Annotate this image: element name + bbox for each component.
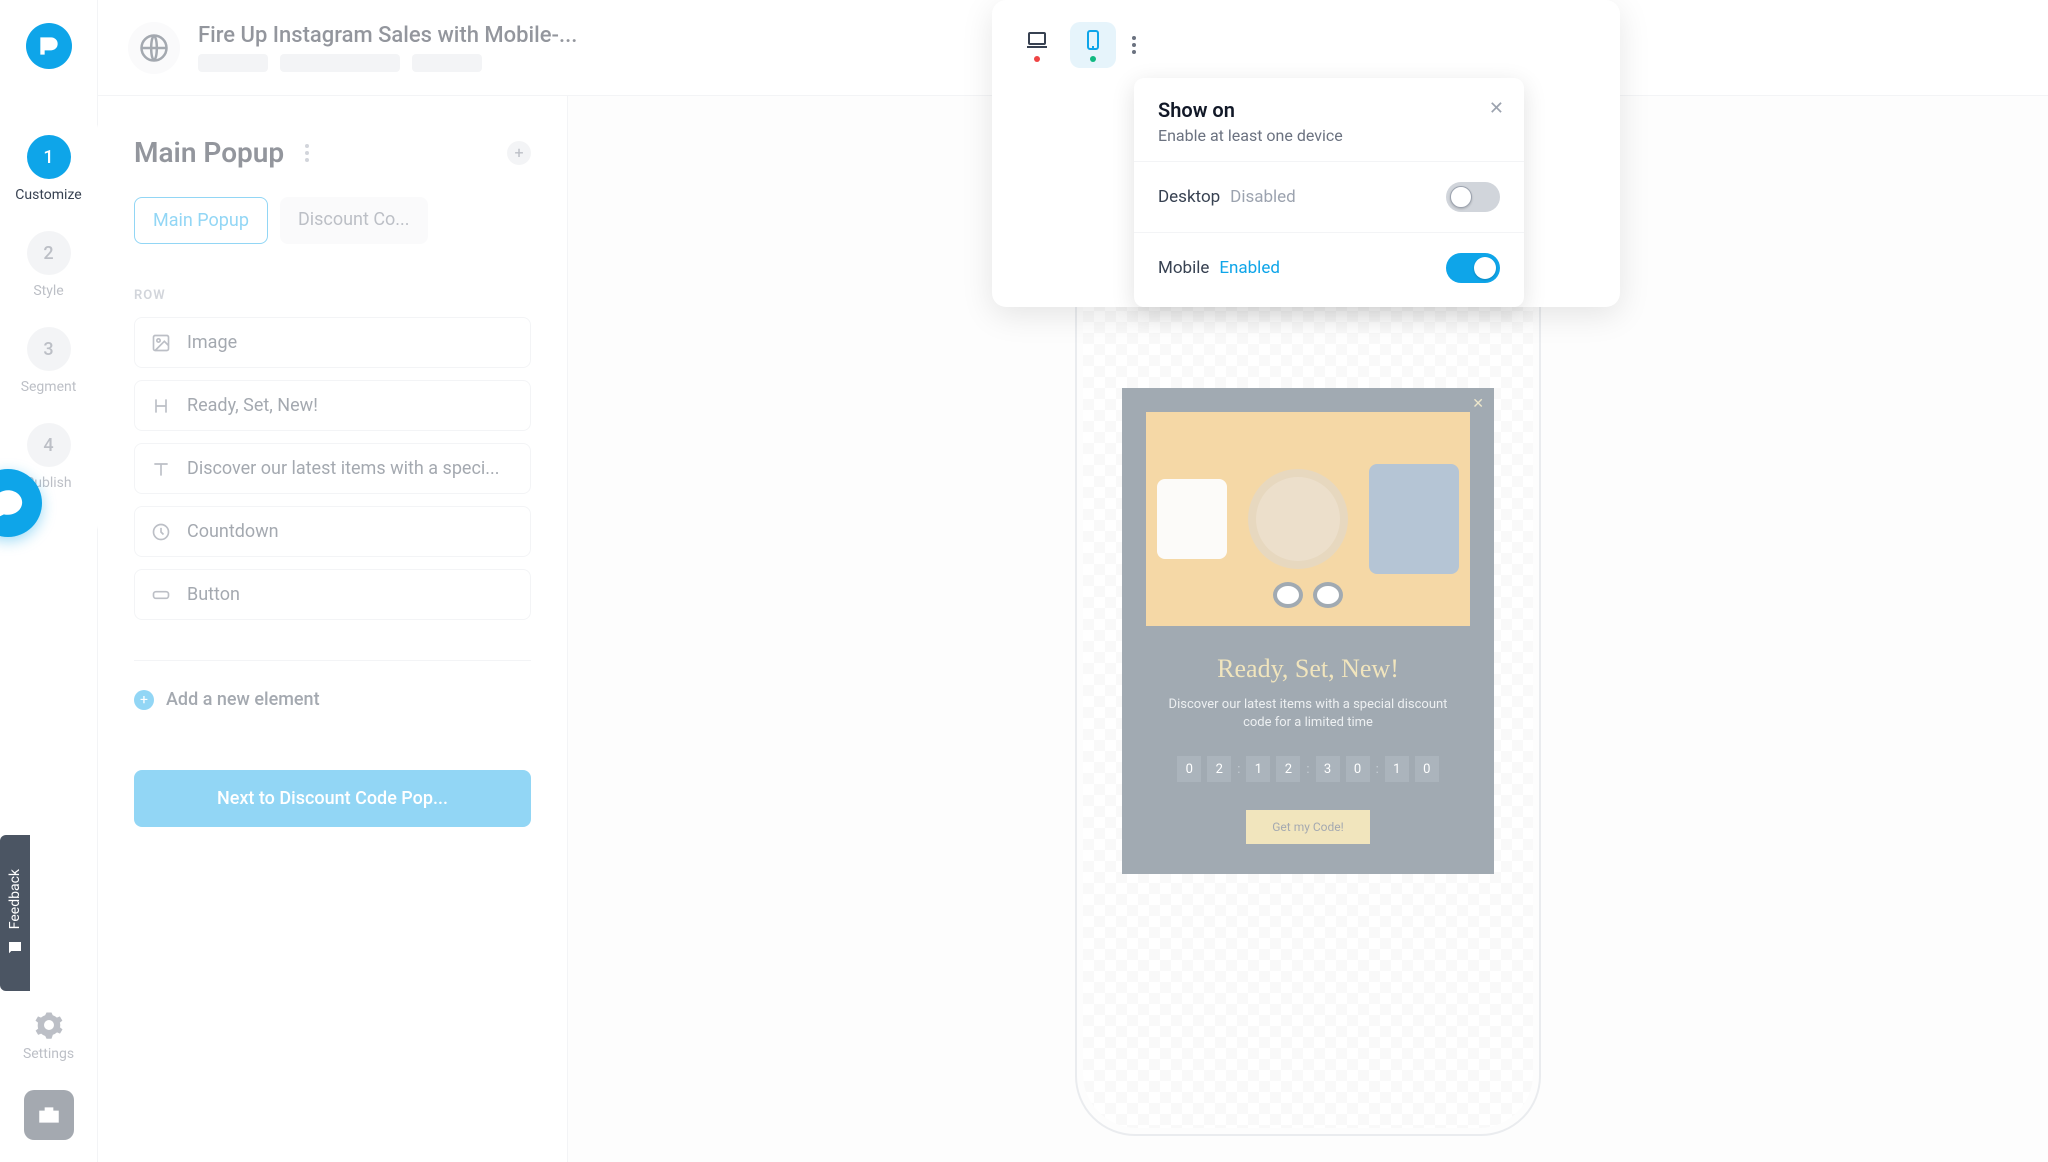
device-desktop-button[interactable] <box>1014 22 1060 68</box>
element-countdown[interactable]: Countdown <box>134 506 531 557</box>
divider <box>134 660 531 661</box>
cd-digit: 1 <box>1385 756 1409 782</box>
popup-heading: Ready, Set, New! <box>1146 654 1470 684</box>
clock-icon <box>151 522 171 542</box>
popup-countdown: 0 2 : 1 2 : 3 0 : 1 0 <box>1146 756 1470 782</box>
popover-title: Show on <box>1158 98 1500 122</box>
status-dot-enabled <box>1090 56 1096 62</box>
cd-sep: : <box>1237 762 1240 777</box>
laptop-icon <box>1025 28 1049 52</box>
tab-discount-code[interactable]: Discount Co... <box>280 197 428 244</box>
step-style[interactable]: 2 Style <box>27 231 71 299</box>
add-element-label: Add a new element <box>166 689 320 710</box>
step-badge: 3 <box>27 327 71 371</box>
preview-more-button[interactable] <box>1132 36 1136 54</box>
button-icon <box>151 585 171 605</box>
row-label: ROW <box>134 288 531 303</box>
element-button[interactable]: Button <box>134 569 531 620</box>
element-heading[interactable]: Ready, Set, New! <box>134 380 531 431</box>
device-state: Disabled <box>1230 187 1296 207</box>
step-badge: 4 <box>27 423 71 467</box>
desktop-toggle[interactable] <box>1446 182 1500 212</box>
element-image[interactable]: Image <box>134 317 531 368</box>
show-on-popover: Show on Enable at least one device ✕ Des… <box>1134 78 1524 307</box>
device-label: Mobile <box>1158 258 1209 278</box>
popup-cta-button[interactable]: Get my Code! <box>1246 810 1370 844</box>
globe-icon <box>139 33 169 63</box>
cd-sep: : <box>1376 762 1379 777</box>
step-badge: 2 <box>27 231 71 275</box>
toolbox-button[interactable] <box>24 1090 74 1140</box>
step-customize[interactable]: 1 Customize <box>15 135 81 203</box>
status-dot-disabled <box>1034 56 1040 62</box>
step-label: Customize <box>15 187 81 203</box>
cd-digit: 0 <box>1346 756 1370 782</box>
popover-subtitle: Enable at least one device <box>1158 126 1500 145</box>
plus-icon: + <box>134 690 154 710</box>
preview-header-card: Show on Enable at least one device ✕ Des… <box>992 0 1620 307</box>
step-label: Style <box>33 283 63 299</box>
cd-digit: 0 <box>1177 756 1201 782</box>
cd-digit: 2 <box>1276 756 1300 782</box>
chat-bubble-icon <box>0 486 25 520</box>
popup-paragraph: Discover our latest items with a special… <box>1146 696 1470 732</box>
mobile-toggle[interactable] <box>1446 253 1500 283</box>
title-skeleton <box>198 54 577 72</box>
cd-digit: 1 <box>1246 756 1270 782</box>
heading-icon <box>151 396 171 416</box>
element-label: Button <box>187 584 240 605</box>
next-button[interactable]: Next to Discount Code Pop... <box>134 770 531 827</box>
text-icon <box>151 459 171 479</box>
editor-title: Main Popup <box>134 136 284 169</box>
feedback-tab[interactable]: Feedback <box>0 835 30 991</box>
device-state: Enabled <box>1219 258 1280 278</box>
cd-digit: 3 <box>1316 756 1340 782</box>
step-badge: 1 <box>27 135 71 179</box>
cd-digit: 2 <box>1207 756 1231 782</box>
device-label: Desktop <box>1158 187 1220 207</box>
editor-panel: Main Popup + Main Popup Discount Co... R… <box>98 96 568 1162</box>
tab-main-popup[interactable]: Main Popup <box>134 197 268 244</box>
popup-preview: ✕ Ready, Set, New! Discover our latest i… <box>1122 388 1494 874</box>
cd-sep: : <box>1306 762 1309 777</box>
chat-icon <box>6 939 24 957</box>
element-label: Image <box>187 332 237 353</box>
add-element-button[interactable]: + Add a new element <box>134 689 531 710</box>
settings-label: Settings <box>23 1046 74 1062</box>
element-label: Ready, Set, New! <box>187 395 318 416</box>
editor-more-button[interactable] <box>296 144 318 162</box>
element-label: Countdown <box>187 521 279 542</box>
step-segment[interactable]: 3 Segment <box>21 327 77 395</box>
popup-image <box>1146 412 1470 626</box>
element-text[interactable]: Discover our latest items with a speci..… <box>134 443 531 494</box>
gear-icon <box>34 1010 64 1040</box>
settings-button[interactable]: Settings <box>23 1010 74 1062</box>
cd-digit: 0 <box>1415 756 1439 782</box>
phone-icon <box>1081 28 1105 52</box>
image-icon <box>151 333 171 353</box>
add-section-button[interactable]: + <box>507 141 531 165</box>
step-label: Segment <box>21 379 77 395</box>
app-logo[interactable] <box>26 23 72 69</box>
device-mobile-button[interactable] <box>1070 22 1116 68</box>
element-label: Discover our latest items with a speci..… <box>187 458 500 479</box>
globe-button[interactable] <box>128 22 180 74</box>
popover-close-button[interactable]: ✕ <box>1489 98 1504 119</box>
feedback-label: Feedback <box>7 869 23 929</box>
page-title: Fire Up Instagram Sales with Mobile-... <box>198 23 577 48</box>
briefcase-icon <box>36 1102 62 1128</box>
popup-close-icon[interactable]: ✕ <box>1472 396 1484 412</box>
